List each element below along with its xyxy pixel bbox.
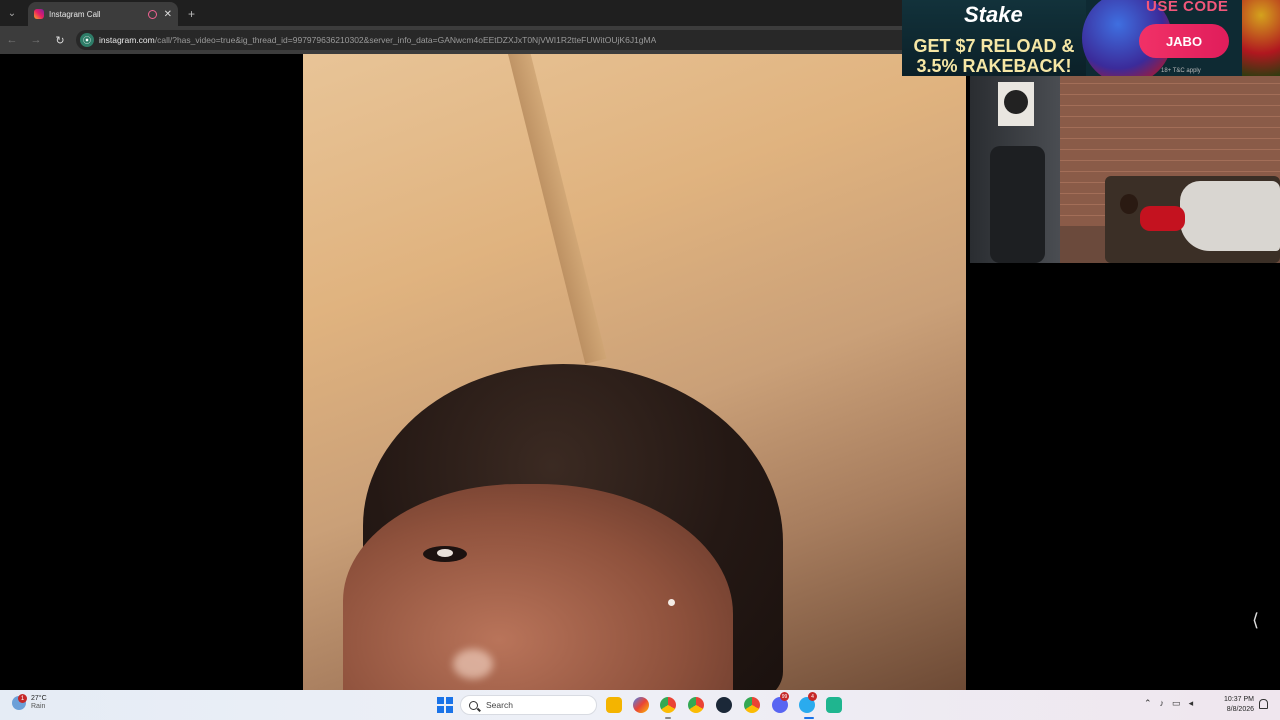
- ad-terms: 18+ T&C apply: [1161, 68, 1201, 74]
- taskbar-search-box[interactable]: Search: [460, 695, 597, 715]
- weather-text: 27°C Rain: [31, 695, 47, 711]
- face-highlight: [453, 649, 493, 679]
- url-path: /call/?has_video=true&ig_thread_id=99797…: [154, 35, 657, 45]
- tab-title: Instagram Call: [49, 9, 101, 19]
- ceiling-beam: [503, 54, 607, 364]
- blanket: [1180, 181, 1280, 251]
- person-head: [1120, 194, 1138, 214]
- site-info-icon[interactable]: ⦿: [80, 33, 94, 47]
- stake-logo: Stake: [964, 2, 1023, 27]
- ad-right-panel: USE CODE JABO 18+ T&C apply: [1086, 0, 1280, 76]
- ad-use-code-label: USE CODE: [1146, 0, 1229, 15]
- url-text: instagram.com/call/?has_video=true&ig_th…: [99, 35, 656, 45]
- reload-button[interactable]: ↻: [48, 34, 72, 47]
- weather-widget[interactable]: 1 27°C Rain: [12, 694, 47, 711]
- stake-ad-overlay: Stake GET $7 RELOAD & 3.5% RAKEBACK! USE…: [902, 0, 1280, 76]
- vinyl-record-poster: [998, 82, 1034, 126]
- weather-temperature: 27°C: [31, 695, 47, 702]
- person-eye: [423, 546, 467, 562]
- weather-condition: Rain: [31, 703, 46, 710]
- ad-left-panel: Stake GET $7 RELOAD & 3.5% RAKEBACK!: [902, 0, 1086, 76]
- streamer-webcam-overlay: [970, 76, 1280, 263]
- microphone-icon[interactable]: ♪: [1160, 698, 1165, 709]
- person-earring: [668, 599, 675, 606]
- clock-time: 10:37 PM: [1224, 696, 1254, 703]
- telegram-badge: 4: [808, 692, 817, 701]
- gaming-chair: [990, 146, 1045, 263]
- chevron-left-icon[interactable]: ⟨: [1252, 610, 1259, 631]
- person-shirt: [1140, 206, 1185, 231]
- recording-icon: [147, 9, 157, 19]
- ad-chips-graphic: [1242, 0, 1280, 76]
- discord-badge: 99: [780, 692, 789, 701]
- new-tab-button[interactable]: +: [188, 2, 195, 26]
- network-icon[interactable]: ▭: [1172, 698, 1181, 709]
- taskbar-clock[interactable]: 10:37 PM 8/8/2026: [1214, 695, 1254, 715]
- url-host: instagram.com: [99, 35, 155, 45]
- tab-instagram-call[interactable]: Instagram Call ✕: [28, 2, 178, 26]
- app-icon[interactable]: [826, 697, 842, 713]
- instagram-icon: [34, 9, 44, 19]
- windows-start-icon[interactable]: [437, 697, 453, 713]
- clock-date: 8/8/2026: [1226, 706, 1254, 713]
- copilot-icon[interactable]: [633, 697, 649, 713]
- chrome-icon[interactable]: [660, 697, 676, 713]
- chevron-up-icon[interactable]: ⌃: [1144, 698, 1152, 709]
- chrome-alt-icon[interactable]: [744, 697, 760, 713]
- volume-icon[interactable]: ◂: [1189, 698, 1194, 709]
- system-tray: ⌃ ♪ ▭ ◂: [1144, 698, 1193, 709]
- ad-offer-line1: GET $7 RELOAD &: [913, 36, 1075, 56]
- tab-search-icon[interactable]: ⌄: [0, 0, 24, 26]
- ad-offer-line2: 3.5% RAKEBACK!: [916, 56, 1072, 76]
- search-label: Search: [486, 700, 513, 710]
- notification-bell-icon[interactable]: [1259, 699, 1268, 709]
- windows-taskbar: 1 27°C Rain Search 99 4 ⌃ ♪ ▭ ◂ 10:37 PM…: [0, 690, 1280, 720]
- file-explorer-icon[interactable]: [606, 697, 622, 713]
- telegram-active-indicator: [804, 717, 814, 719]
- rain-cloud-icon: 1: [12, 694, 27, 710]
- remote-video-feed[interactable]: [303, 54, 966, 690]
- tab-close-button[interactable]: ✕: [164, 9, 172, 20]
- chrome-profile-icon[interactable]: [688, 697, 704, 713]
- weather-badge: 1: [18, 694, 27, 703]
- search-icon: [469, 700, 478, 710]
- steam-icon[interactable]: [716, 697, 732, 713]
- forward-button[interactable]: →: [24, 34, 48, 46]
- ad-code-button: JABO: [1139, 24, 1229, 58]
- back-button[interactable]: ←: [0, 34, 24, 46]
- address-bar[interactable]: ⦿ instagram.com/call/?has_video=true&ig_…: [76, 30, 956, 50]
- chrome-running-indicator: [665, 717, 671, 719]
